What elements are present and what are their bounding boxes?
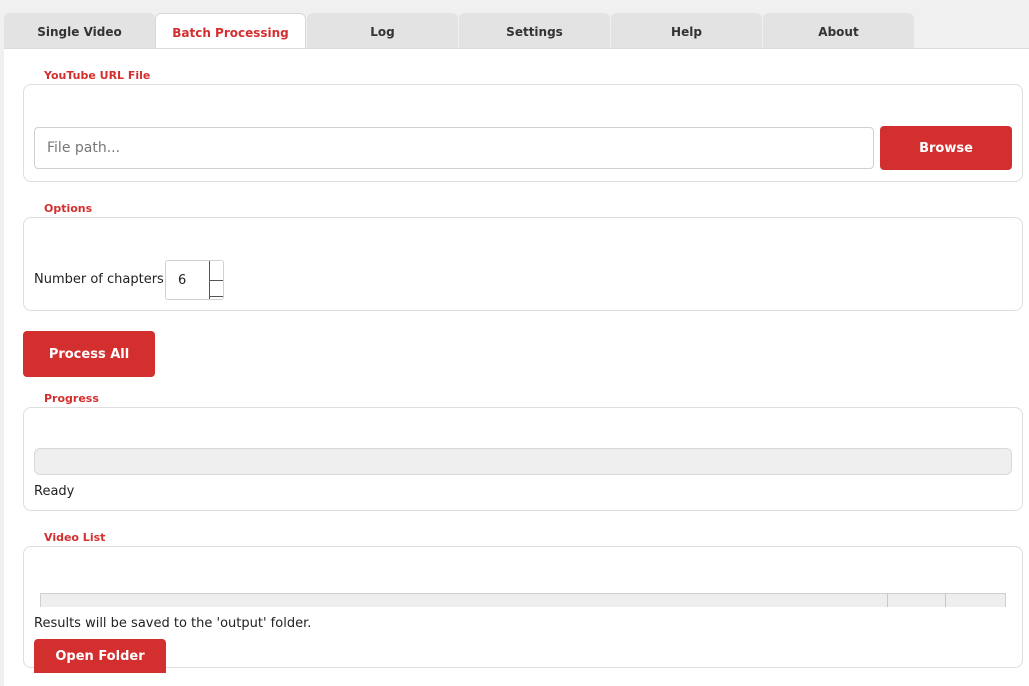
file-path-input[interactable]: File path... [34,127,874,169]
tab-batch-processing[interactable]: Batch Processing [155,13,306,49]
tab-settings[interactable]: Settings [459,13,610,48]
options-group: Number of chapters: 6 [23,217,1023,311]
chapters-spinbox[interactable]: 6 [165,260,224,300]
tab-help[interactable]: Help [611,13,762,48]
progress-group-title: Progress [44,392,99,405]
batch-processing-panel: YouTube URL File File path... Browse Opt… [4,48,1029,686]
tab-single-video[interactable]: Single Video [4,13,155,48]
video-table-header [40,593,1006,607]
browse-button[interactable]: Browse [880,126,1012,170]
tab-log[interactable]: Log [307,13,458,48]
video-list-group-title: Video List [44,531,106,544]
tab-bar: Single Video Batch Processing Log Settin… [0,0,1029,49]
output-note: Results will be saved to the 'output' fo… [34,616,312,631]
column-divider[interactable] [887,594,888,607]
chapters-label: Number of chapters: [34,272,169,287]
open-folder-button[interactable]: Open Folder [34,639,166,673]
column-divider[interactable] [945,594,946,607]
options-group-title: Options [44,202,93,215]
tab-about[interactable]: About [763,13,914,48]
progress-bar [34,448,1012,475]
video-list-group: Results will be saved to the 'output' fo… [23,546,1023,673]
progress-status: Ready [34,484,75,499]
process-all-button[interactable]: Process All [23,331,155,377]
chapters-value: 6 [178,272,187,288]
progress-group: Ready [23,407,1023,511]
url-file-group: File path... Browse [23,84,1023,182]
spin-arrows-icon[interactable] [209,261,223,299]
url-file-group-title: YouTube URL File [44,69,151,82]
